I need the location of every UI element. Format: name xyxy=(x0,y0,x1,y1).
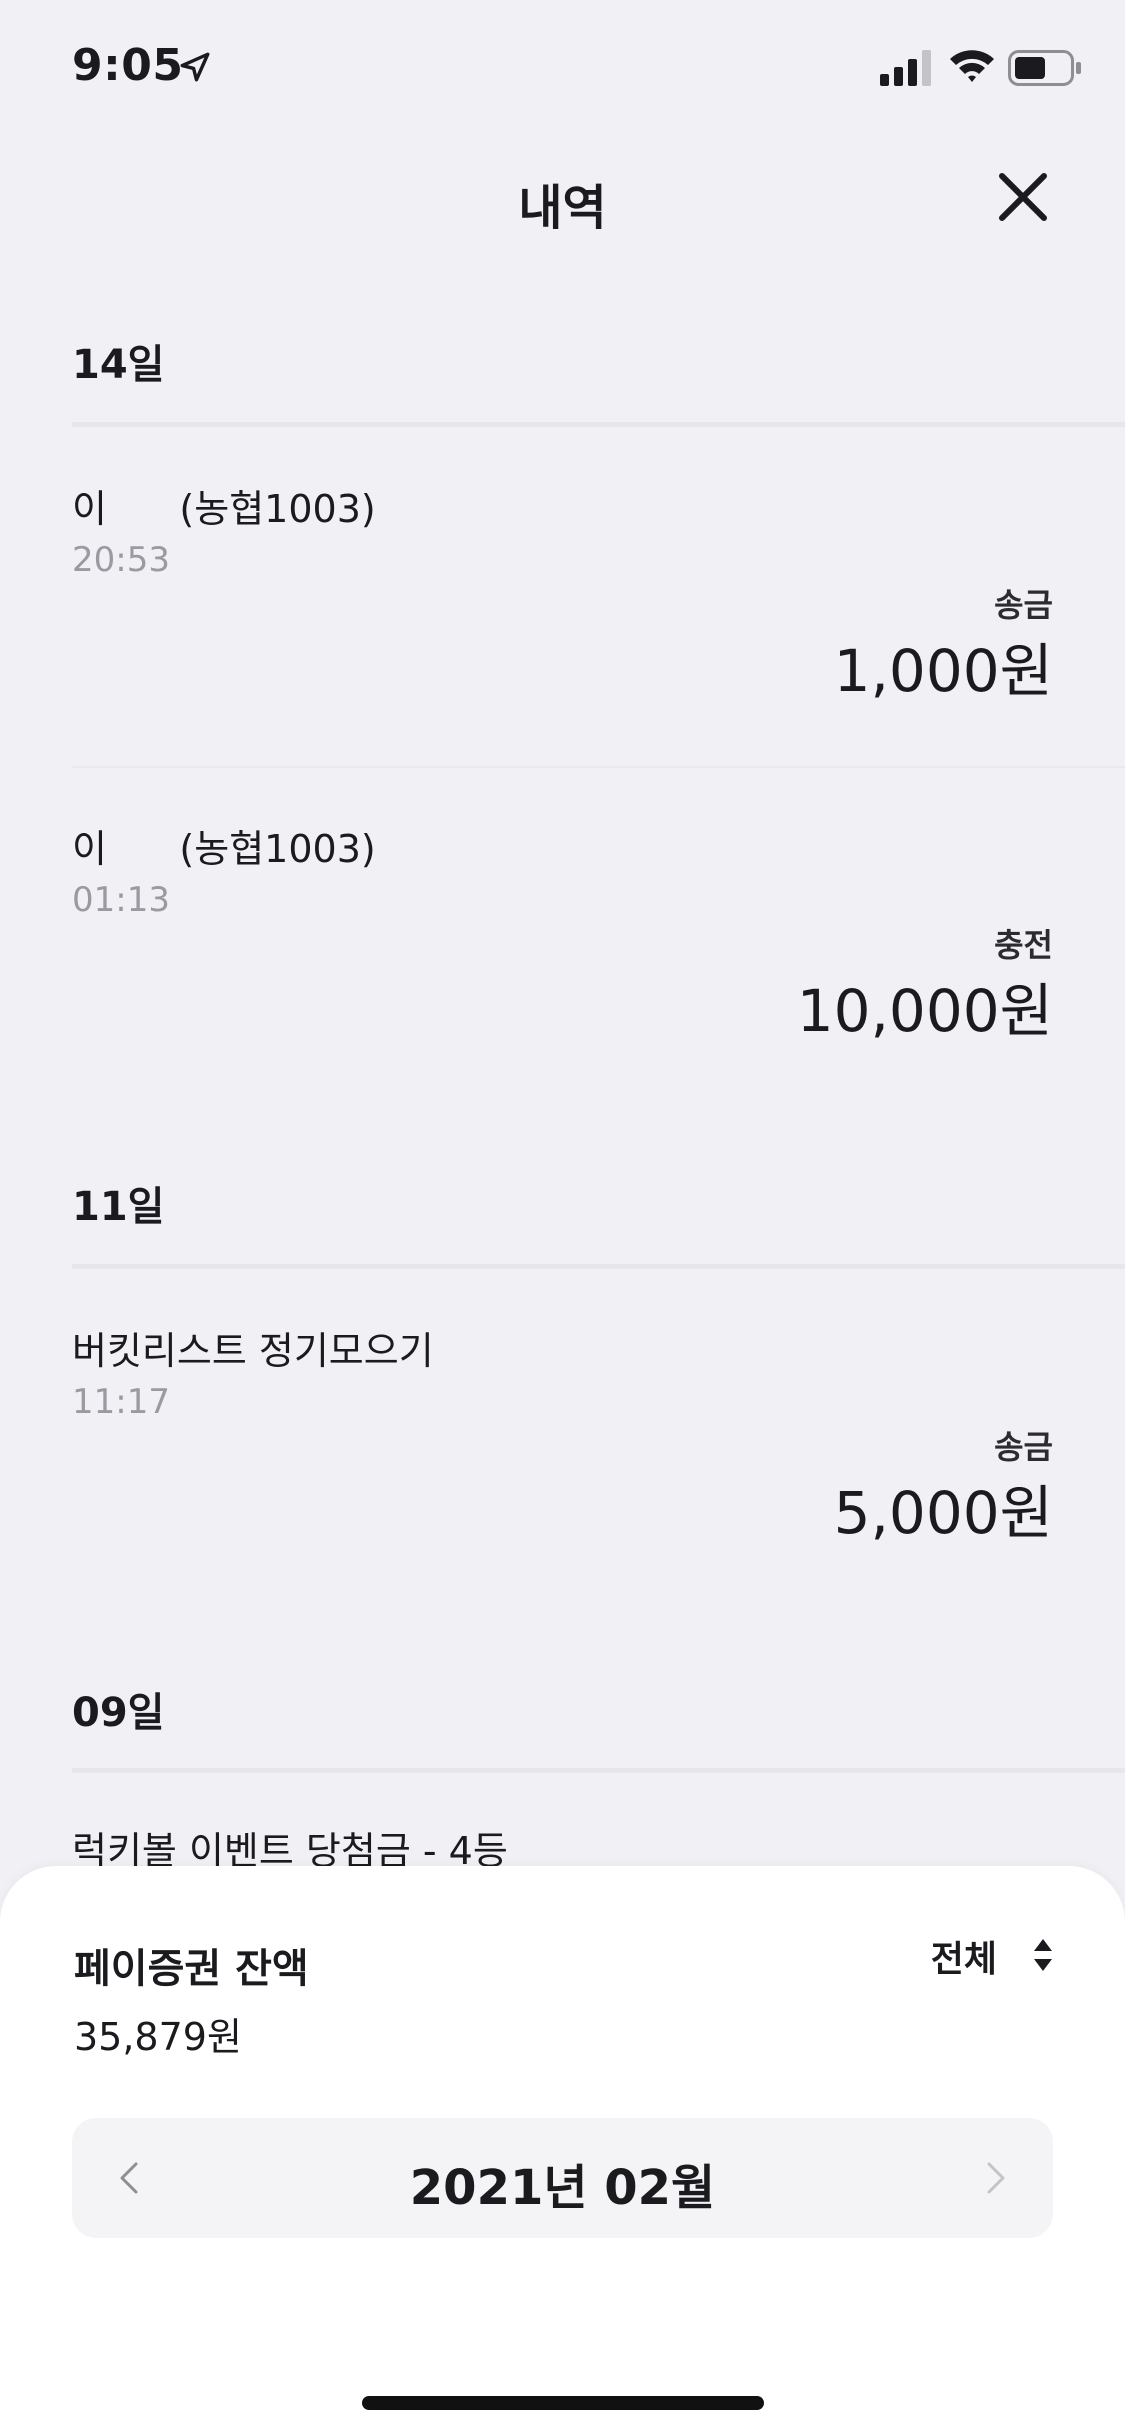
date-header-11: 11일 xyxy=(72,1184,165,1230)
month-label: 2021년 02월 xyxy=(409,2160,716,2216)
filter-label: 전체 xyxy=(930,1939,997,1980)
transaction-type: 송금 xyxy=(994,1428,1053,1466)
transaction-amount: 10,000원 xyxy=(796,977,1053,1045)
status-time: 9:05 xyxy=(72,40,184,91)
section-divider xyxy=(72,422,1125,427)
transaction-time: 11:17 xyxy=(72,1382,170,1422)
transaction-amount: 5,000원 xyxy=(833,1479,1053,1547)
home-indicator[interactable] xyxy=(362,2396,764,2410)
sort-updown-icon xyxy=(1034,1939,1052,1971)
transaction-item[interactable]: 이 (농협1003) 20:53 송금 1,000원 xyxy=(0,478,1125,718)
page-title: 내역 xyxy=(518,180,607,236)
battery-icon xyxy=(1008,50,1081,86)
balance-value: 35,879원 xyxy=(74,2015,242,2059)
status-bar: 9:05 xyxy=(0,0,1125,130)
chevron-right-icon[interactable] xyxy=(975,2158,1015,2198)
transaction-amount: 1,000원 xyxy=(833,637,1053,705)
month-picker: 2021년 02월 xyxy=(72,2118,1053,2238)
section-divider xyxy=(72,1264,1125,1269)
transaction-type: 송금 xyxy=(994,586,1053,624)
close-icon[interactable] xyxy=(992,166,1054,228)
transaction-item[interactable]: 버킷리스트 정기모으기 11:17 송금 5,000원 xyxy=(0,1320,1125,1560)
balance-label: 페이증권 잔액 xyxy=(74,1946,309,1992)
item-divider xyxy=(72,766,1125,768)
transaction-time: 01:13 xyxy=(72,880,170,920)
transaction-item[interactable]: 이 (농협1003) 01:13 충전 10,000원 xyxy=(0,818,1125,1058)
date-header-14: 14일 xyxy=(72,342,165,388)
transaction-name: 이 (농협1003) xyxy=(72,827,376,871)
transaction-name: 이 (농협1003) xyxy=(72,487,376,531)
title-bar: 내역 xyxy=(0,150,1125,250)
cellular-signal-icon xyxy=(880,50,931,86)
location-arrow-icon xyxy=(180,52,210,82)
balance-sheet: 페이증권 잔액 35,879원 전체 2021년 02월 xyxy=(0,1866,1125,2436)
wifi-icon xyxy=(950,50,994,82)
transaction-type: 충전 xyxy=(994,926,1053,964)
section-divider xyxy=(72,1768,1125,1773)
date-header-09: 09일 xyxy=(72,1690,165,1736)
transaction-time: 20:53 xyxy=(72,540,170,580)
transaction-name: 버킷리스트 정기모으기 xyxy=(72,1329,434,1373)
